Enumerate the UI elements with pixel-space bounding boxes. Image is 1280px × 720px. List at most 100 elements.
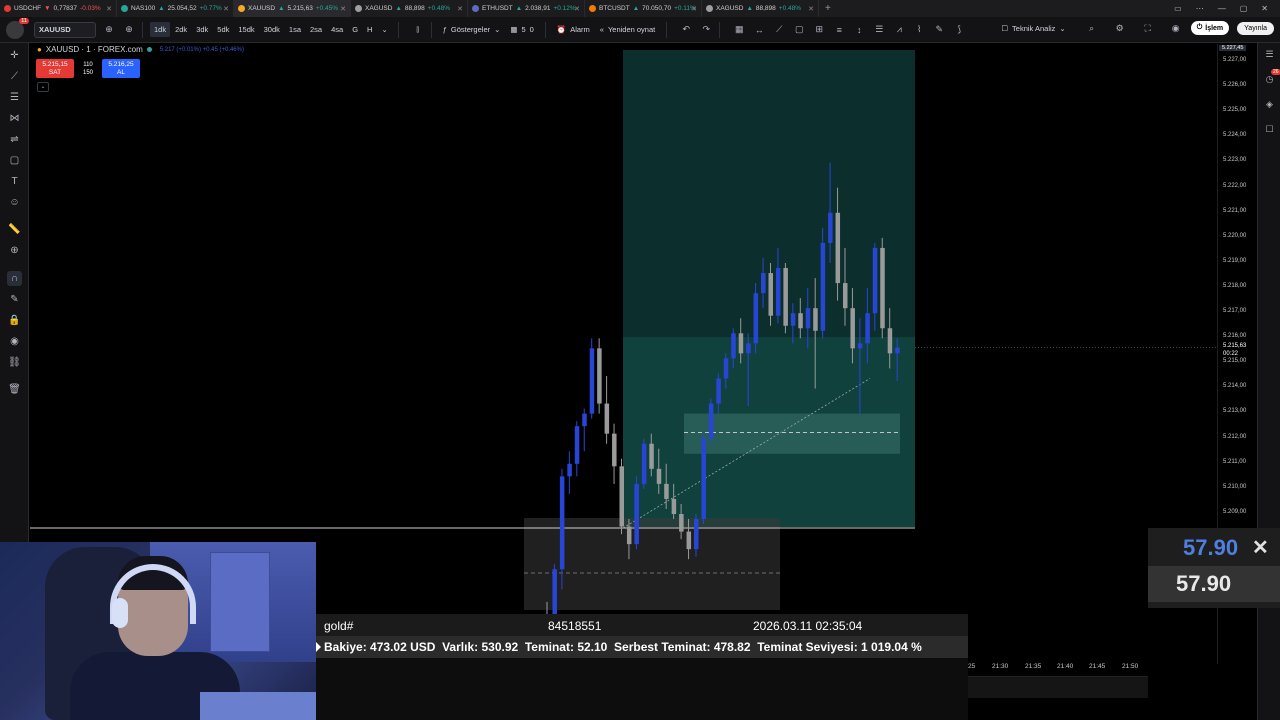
lot-size[interactable]: 110 150: [76, 61, 100, 77]
tab-symbol: XAGUSD: [365, 5, 393, 12]
browser-tab[interactable]: XAGUSD ▲ 88,898 +0.48% ✕: [702, 0, 819, 17]
indicators-button[interactable]: ƒ Göstergeler ⌄: [438, 25, 506, 34]
lock-icon[interactable]: 🔒: [7, 313, 22, 328]
chat-icon[interactable]: ☐: [1263, 123, 1276, 136]
timeframe-3dk[interactable]: 3dk: [192, 22, 212, 37]
timeframe-2dk[interactable]: 2dk: [171, 22, 191, 37]
trade-button[interactable]: ⏻ İşlem: [1190, 21, 1230, 35]
tab-close-icon[interactable]: ✕: [223, 5, 229, 13]
browser-tab[interactable]: ETHUSDT ▲ 2.038,91 +0.12% ✕: [468, 0, 585, 17]
candle-body: [612, 433, 617, 467]
sell-button[interactable]: 5.215,15 SAT: [36, 59, 74, 78]
shape-tool-icon[interactable]: ▢: [7, 153, 22, 168]
browser-tab[interactable]: USDCHF ▼ 0,77837 -0.03% ✕: [0, 0, 117, 17]
indicators-label: Göstergeler: [450, 25, 491, 34]
browser-tab[interactable]: NAS100 ▲ 25.054,52 +0.77% ✕: [117, 0, 234, 17]
undo-icon[interactable]: ↶: [679, 23, 693, 37]
maximize-icon[interactable]: ▢: [1240, 4, 1248, 13]
alert-button[interactable]: ⏰ Alarm: [552, 25, 595, 34]
symbol-search-input[interactable]: XAUUSD: [34, 21, 96, 38]
headset-earcup: [112, 598, 128, 628]
parallel-channel-icon[interactable]: ☰: [872, 23, 886, 37]
replay-button[interactable]: «Yeniden oynat: [595, 25, 660, 34]
position-row[interactable]: gold# 84518551 2026.03.11 02:35:04: [316, 614, 968, 636]
draw-mode-icon[interactable]: ✎: [7, 292, 22, 307]
tab-close-icon[interactable]: ✕: [457, 5, 463, 13]
pitchfork-icon[interactable]: ⩘: [892, 23, 906, 37]
timeframe-1sa[interactable]: 1sa: [285, 22, 305, 37]
time-axis[interactable]: 25 21:30 21:35 21:40 21:45 21:50: [968, 662, 1216, 674]
trendline-tool-icon[interactable]: ⟋: [7, 69, 22, 84]
candle-body: [880, 247, 885, 329]
grid-table-icon[interactable]: ▦: [732, 23, 746, 37]
timeframe-15dk[interactable]: 15dk: [234, 22, 258, 37]
gear-icon[interactable]: ⚙: [1113, 21, 1127, 35]
fib-tool-icon[interactable]: ☰: [7, 90, 22, 105]
browser-tab[interactable]: XAGUSD ▲ 88,898 +0.48% ✕: [351, 0, 468, 17]
tab-close-icon[interactable]: ✕: [691, 5, 697, 13]
timeframe-G[interactable]: G: [348, 22, 362, 37]
lot-row-bottom[interactable]: 57.90: [1148, 566, 1280, 602]
visibility-icon[interactable]: ◉: [7, 334, 22, 349]
emoji-tool-icon[interactable]: ☺: [7, 195, 22, 210]
candle-body: [761, 273, 766, 294]
layout-icon[interactable]: ⊞: [812, 23, 826, 37]
chart-type-icon[interactable]: ⫾: [411, 23, 425, 37]
lines-icon[interactable]: ≡: [832, 23, 846, 37]
ruler-icon[interactable]: 📏: [7, 222, 22, 237]
text-tool-icon[interactable]: T: [7, 174, 22, 189]
pattern-tool-icon[interactable]: ⋈: [7, 111, 22, 126]
free-margin-label: Serbest Teminat:: [614, 640, 711, 654]
account-avatar[interactable]: 11: [6, 17, 29, 39]
close-icon[interactable]: ✕: [1252, 535, 1269, 560]
vertical-line-icon[interactable]: ↕: [852, 23, 866, 37]
tab-close-icon[interactable]: ✕: [340, 5, 346, 13]
equity-value: 530.92: [481, 640, 519, 654]
watchlist-icon[interactable]: ☰: [1263, 48, 1276, 61]
collapse-legend-chevron-icon[interactable]: ⌄: [37, 82, 49, 92]
expand-arrow-icon[interactable]: [316, 642, 321, 652]
timeframe-4sa[interactable]: 4sa: [327, 22, 347, 37]
brush-icon[interactable]: ✎: [932, 23, 946, 37]
compare-symbol-icon[interactable]: ⊕: [102, 23, 116, 37]
timeframe-30dk[interactable]: 30dk: [260, 22, 284, 37]
pattern-icon[interactable]: ⟆: [952, 23, 966, 37]
timeframe-group: 1dk 2dk 3dk 5dk 15dk 30dk 1sa 2sa 4sa G H ⌄: [149, 22, 392, 37]
restore-tabs-icon[interactable]: ▭: [1174, 4, 1182, 13]
add-symbol-icon[interactable]: ⊕: [122, 23, 136, 37]
layers-icon[interactable]: ◈: [1263, 98, 1276, 111]
publish-button[interactable]: Yayınla: [1237, 21, 1274, 35]
redo-icon[interactable]: ↷: [699, 23, 713, 37]
trend-line-icon[interactable]: ⟋: [772, 23, 786, 37]
minimize-icon[interactable]: —: [1218, 4, 1226, 13]
timeframe-H[interactable]: H: [363, 22, 376, 37]
tab-close-icon[interactable]: ✕: [808, 5, 814, 13]
fullscreen-icon[interactable]: ⛶: [1141, 21, 1155, 35]
timeframe-1dk[interactable]: 1dk: [150, 22, 171, 37]
browser-tab[interactable]: XAUUSD ▲ 5.215,63 +0.45% ✕: [234, 0, 351, 17]
technical-analysis-button[interactable]: ☐ Teknik Analiz ⌄: [996, 24, 1070, 33]
crosshair-icon[interactable]: ✛: [7, 48, 22, 63]
search-icon[interactable]: ⌕: [1085, 21, 1099, 35]
forecast-tool-icon[interactable]: ⇌: [7, 132, 22, 147]
path-icon[interactable]: ⌇: [912, 23, 926, 37]
layouts-button[interactable]: ▦ 5 0: [505, 25, 538, 34]
window-close-icon[interactable]: ✕: [1261, 4, 1268, 13]
timeframe-2sa[interactable]: 2sa: [306, 22, 326, 37]
buy-button[interactable]: 5.216,25 AL: [102, 59, 140, 78]
browser-tab[interactable]: BTCUSDT ▲ 70.050,70 +0.11% ✕: [585, 0, 702, 17]
new-tab-icon[interactable]: +: [819, 3, 831, 14]
horizontal-line-icon[interactable]: ↔: [752, 23, 766, 37]
tab-close-icon[interactable]: ✕: [574, 5, 580, 13]
more-icon[interactable]: ⋯: [1196, 4, 1204, 13]
rectangle-icon[interactable]: ▢: [792, 23, 806, 37]
zoom-icon[interactable]: ⊕: [7, 243, 22, 258]
timeframe-more-chevron-icon[interactable]: ⌄: [377, 22, 391, 37]
trash-icon[interactable]: 🗑: [7, 382, 22, 397]
camera-icon[interactable]: ◉: [1169, 21, 1183, 35]
magnet-icon[interactable]: ∩: [7, 271, 22, 286]
timeframe-5dk[interactable]: 5dk: [213, 22, 233, 37]
link-icon[interactable]: ⛓: [7, 355, 22, 370]
tab-arrow-icon: ▲: [395, 5, 402, 12]
tab-close-icon[interactable]: ✕: [106, 5, 112, 13]
